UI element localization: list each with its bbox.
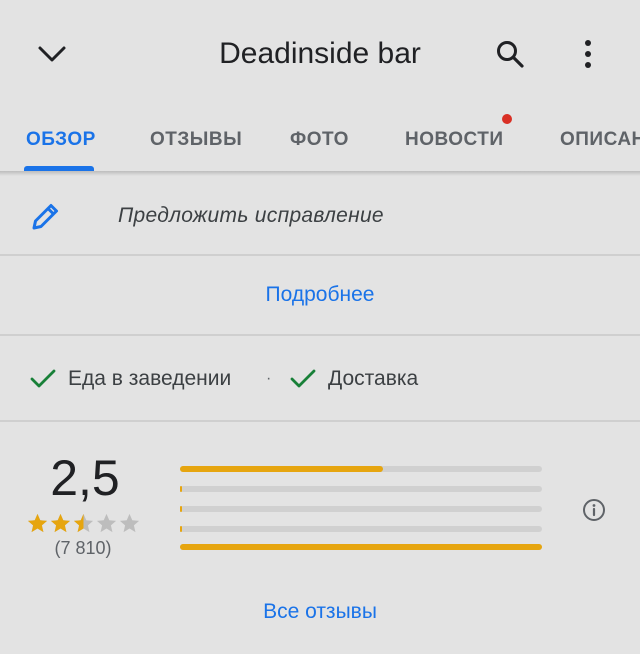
info-icon[interactable] [582,498,606,522]
star-icon [73,513,94,533]
tab-description[interactable]: ОПИСАН [560,120,640,160]
suggest-edit-label: Предложить исправление [118,204,384,227]
rating-bar-4 [180,486,542,492]
place-title: Deadinside bar [219,37,421,70]
tab-photos[interactable]: ФОТО [290,120,349,160]
news-notification-dot [502,114,512,124]
rating-bar-fill [180,466,383,472]
app-header: Deadinside bar [0,0,640,106]
tab-bar: ОБЗОР ОТЗЫВЫ ФОТО НОВОСТИ ОПИСАН [0,106,640,172]
tab-reviews[interactable]: ОТЗЫВЫ [150,120,242,160]
search-button[interactable] [486,32,534,76]
pencil-icon [32,204,58,230]
more-vert-icon [585,40,591,68]
rating-score: 2,5 [50,450,120,506]
star-icon [50,513,71,533]
rating-bar-fill [180,544,542,550]
star-icon [96,513,117,533]
feature-dine-in: Еда в заведении [30,364,231,394]
rating-summary[interactable]: 2,5 (7 810) [0,424,640,574]
feature-label: Доставка [328,367,419,390]
service-options: Еда в заведении · Доставка [0,336,640,420]
all-reviews-link[interactable]: Все отзывы [0,584,640,640]
search-icon [497,41,524,68]
rating-bar-5 [180,466,542,472]
check-icon [30,369,56,388]
details-link[interactable]: Подробнее [0,256,640,334]
tab-news[interactable]: НОВОСТИ [405,120,504,160]
rating-bar-fill [180,486,182,492]
star-icon [27,513,48,533]
review-count: (7 810) [54,538,112,558]
feature-separator: · [266,370,272,387]
tab-overview[interactable]: ОБЗОР [26,120,96,160]
collapse-button[interactable] [26,32,78,76]
feature-delivery: Доставка [290,364,418,394]
rating-bar-fill [180,526,182,532]
rating-bar-3 [180,506,542,512]
star-rating [26,512,141,534]
star-icon [119,513,140,533]
chevron-down-icon [38,46,66,62]
divider [0,420,640,422]
feature-label: Еда в заведении [68,367,232,390]
rating-bar-1 [180,544,542,550]
rating-bar-2 [180,526,542,532]
rating-bar-fill [180,506,182,512]
suggest-edit-row[interactable]: Предложить исправление [0,176,640,254]
check-icon [290,369,316,388]
more-options-button[interactable] [566,32,610,76]
